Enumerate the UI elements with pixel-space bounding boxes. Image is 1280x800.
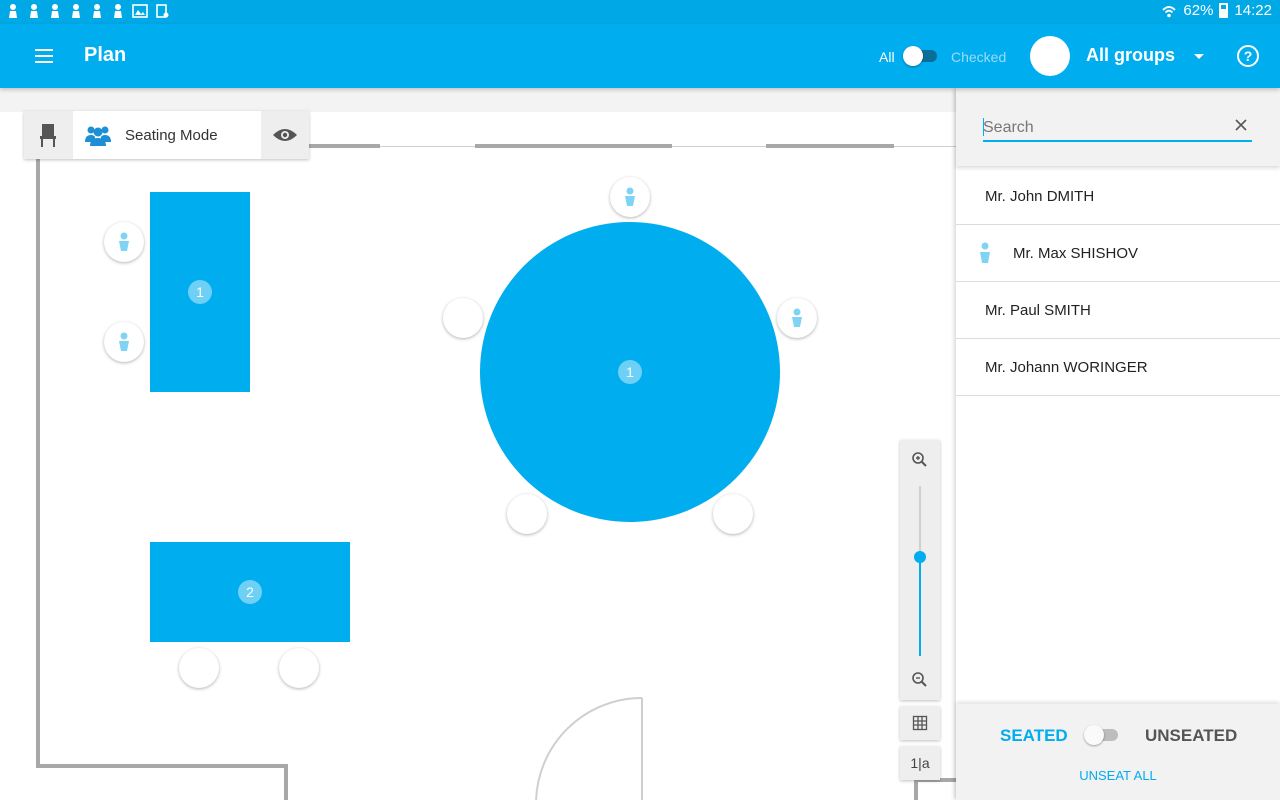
status-indicators: 62% 14:22 bbox=[1161, 2, 1272, 19]
seat-occupied[interactable] bbox=[104, 322, 144, 362]
wall bbox=[284, 764, 288, 800]
seating-filter-bar: SEATED UNSEATED UNSEAT ALL bbox=[956, 704, 1280, 800]
table-number: 2 bbox=[238, 580, 262, 604]
wifi-icon bbox=[1162, 5, 1177, 17]
pawn-icon bbox=[9, 4, 17, 18]
zoom-out-button[interactable] bbox=[910, 670, 930, 690]
zoom-in-button[interactable] bbox=[910, 450, 930, 470]
guest-item[interactable]: Mr. Max SHISHOV bbox=[956, 225, 1280, 282]
zoom-in-icon bbox=[912, 452, 927, 467]
guest-name: Mr. John DMITH bbox=[985, 188, 1095, 205]
pawn-icon bbox=[51, 4, 59, 18]
seated-person-icon bbox=[980, 242, 990, 263]
seat-occupied[interactable] bbox=[777, 298, 817, 338]
battery-icon bbox=[1219, 3, 1229, 18]
wall bbox=[36, 764, 288, 768]
table-number: 1 bbox=[188, 280, 212, 304]
grid-icon bbox=[912, 715, 928, 731]
filter-all-label[interactable]: All bbox=[879, 49, 895, 65]
notification-icons bbox=[6, 3, 169, 19]
grid-button[interactable] bbox=[900, 706, 940, 740]
seat-empty[interactable] bbox=[179, 648, 219, 688]
filter-checked-label[interactable]: Checked bbox=[951, 49, 1006, 65]
chevron-down-icon[interactable] bbox=[1194, 54, 1204, 59]
seat-empty[interactable] bbox=[279, 648, 319, 688]
table-rect-2[interactable]: 2 bbox=[150, 542, 350, 642]
guest-panel: Mr. John DMITH Mr. Max SHISHOV Mr. Paul … bbox=[956, 88, 1280, 800]
guest-item[interactable]: Mr. Johann WORINGER bbox=[956, 339, 1280, 396]
seated-unseated-toggle[interactable] bbox=[1084, 724, 1120, 746]
guest-name: Mr. Johann WORINGER bbox=[985, 359, 1148, 376]
zoom-control bbox=[900, 440, 940, 700]
seated-filter-label[interactable]: SEATED bbox=[1000, 726, 1068, 746]
chair-mode-button[interactable] bbox=[24, 111, 72, 159]
seat-empty[interactable] bbox=[507, 494, 547, 534]
seating-mode-label: Seating Mode bbox=[125, 127, 218, 144]
clock: 14:22 bbox=[1234, 2, 1272, 19]
mode-toolbar: Seating Mode bbox=[24, 111, 309, 159]
help-button[interactable]: ? bbox=[1237, 45, 1259, 67]
guest-item[interactable]: Mr. John DMITH bbox=[956, 168, 1280, 225]
zoom-out-icon bbox=[912, 672, 927, 687]
chair-icon bbox=[40, 124, 56, 147]
seat-occupied[interactable] bbox=[610, 177, 650, 217]
guest-item[interactable]: Mr. Paul SMITH bbox=[956, 282, 1280, 339]
table-number: 1 bbox=[618, 360, 642, 384]
battery-percent: 62% bbox=[1183, 2, 1214, 19]
person-icon bbox=[625, 187, 635, 206]
numbering-label: 1|a bbox=[910, 755, 930, 771]
floor-area bbox=[0, 112, 956, 800]
search-input[interactable] bbox=[983, 116, 1223, 140]
guest-list: Mr. John DMITH Mr. Max SHISHOV Mr. Paul … bbox=[956, 168, 1280, 396]
zoom-slider-thumb[interactable] bbox=[914, 551, 926, 564]
groups-dropdown[interactable]: All groups bbox=[1086, 45, 1175, 66]
window bbox=[475, 144, 672, 148]
person-icon bbox=[792, 308, 802, 327]
view-button[interactable] bbox=[272, 111, 300, 159]
pawn-icon bbox=[30, 4, 38, 18]
all-checked-toggle[interactable] bbox=[903, 45, 937, 67]
page-title: Plan bbox=[84, 44, 127, 66]
window bbox=[766, 144, 894, 148]
close-icon bbox=[1235, 119, 1247, 131]
seat-empty[interactable] bbox=[443, 298, 483, 338]
group-avatar[interactable] bbox=[1030, 36, 1070, 76]
table-round-1[interactable]: 1 bbox=[480, 222, 780, 522]
wall bbox=[914, 778, 918, 800]
gallery-icon bbox=[132, 4, 148, 18]
zoom-slider-fill bbox=[919, 557, 921, 656]
device-icon bbox=[156, 4, 169, 18]
app-bar: Plan All Checked All groups ? bbox=[0, 24, 1280, 88]
pawn-icon bbox=[72, 4, 80, 18]
wall bbox=[36, 144, 40, 768]
status-bar: 62% 14:22 bbox=[0, 0, 1280, 24]
menu-icon bbox=[35, 49, 53, 51]
search-bar bbox=[956, 88, 1280, 166]
seat-occupied[interactable] bbox=[104, 222, 144, 262]
person-icon bbox=[119, 232, 129, 251]
menu-button[interactable] bbox=[30, 45, 58, 67]
numbering-button[interactable]: 1|a bbox=[900, 746, 940, 780]
pawn-icon bbox=[93, 4, 101, 18]
table-rect-1[interactable]: 1 bbox=[150, 192, 250, 392]
clear-search-button[interactable] bbox=[1232, 116, 1250, 134]
group-icon bbox=[85, 126, 111, 146]
pawn-icon bbox=[114, 4, 122, 18]
guest-name: Mr. Paul SMITH bbox=[985, 302, 1091, 319]
person-icon bbox=[119, 332, 129, 351]
search-underline bbox=[983, 140, 1252, 142]
door-icon bbox=[535, 697, 643, 800]
guest-name: Mr. Max SHISHOV bbox=[1013, 245, 1139, 262]
seating-mode-button[interactable]: Seating Mode bbox=[73, 111, 261, 159]
unseat-all-button[interactable]: UNSEAT ALL bbox=[956, 768, 1280, 783]
floor-plan-canvas[interactable]: 1 1 2 Seating Mode 1|a bbox=[0, 88, 956, 800]
unseated-filter-label[interactable]: UNSEATED bbox=[1145, 726, 1237, 746]
eye-icon bbox=[273, 129, 297, 141]
seat-empty[interactable] bbox=[713, 494, 753, 534]
text-cursor bbox=[983, 118, 984, 136]
